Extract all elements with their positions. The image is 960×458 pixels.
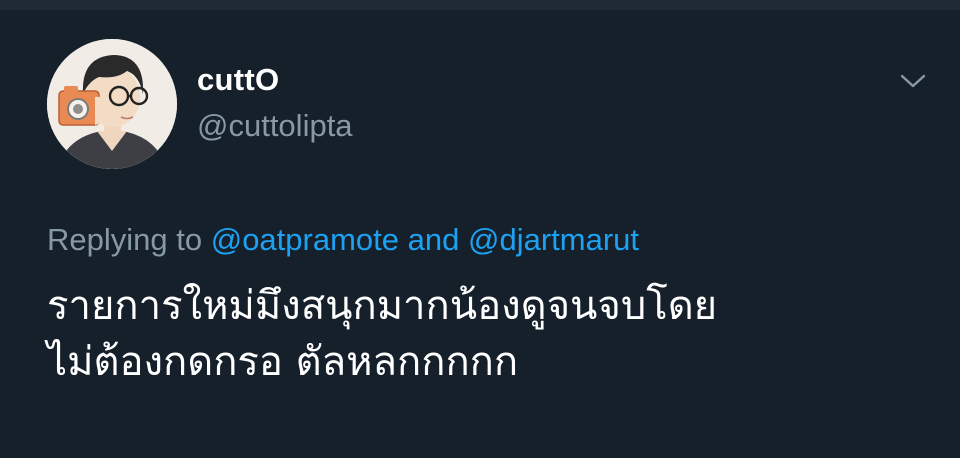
top-divider — [0, 0, 960, 10]
replying-to-label: Replying to — [47, 222, 203, 257]
avatar[interactable] — [47, 39, 177, 169]
tweet-card: cuttO @cuttolipta Replying to @oatpramot… — [0, 10, 960, 458]
replying-to-line: Replying to @oatpramote and @djartmarut — [47, 220, 639, 260]
avatar-illustration — [47, 39, 177, 169]
mention-link[interactable]: @djartmarut — [468, 222, 639, 257]
chevron-down-icon[interactable] — [896, 70, 930, 92]
mention-conjunction[interactable]: and — [408, 222, 460, 257]
user-handle[interactable]: @cuttolipta — [197, 108, 353, 144]
tweet-text-line: ไม่ต้องกดกรอ ตัลหลกกกกก — [47, 339, 519, 385]
tweet-text: รายการใหม่มึงสนุกมากน้องดูจนจบโดย ไม่ต้อ… — [47, 278, 927, 390]
mention-link[interactable]: @oatpramote — [211, 222, 399, 257]
display-name[interactable]: cuttO — [197, 62, 279, 98]
tweet-text-line: รายการใหม่มึงสนุกมากน้องดูจนจบโดย — [47, 283, 718, 329]
